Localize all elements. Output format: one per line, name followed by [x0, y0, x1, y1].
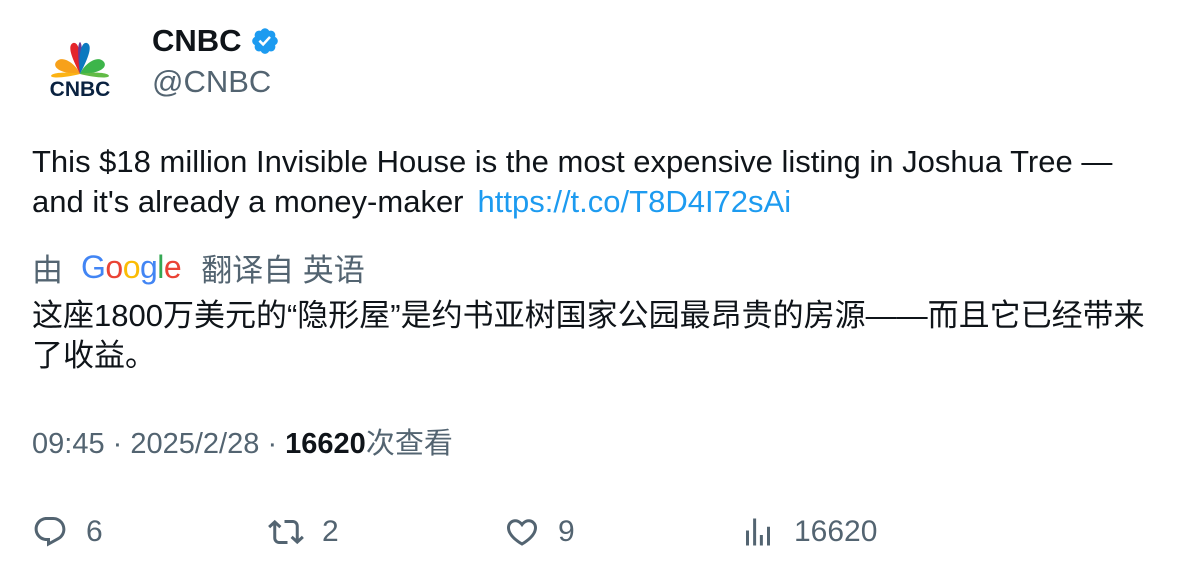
reply-button[interactable]: 6	[32, 510, 103, 554]
tweet-card: CNBC CNBC @CNBC This $18 million Invisib…	[0, 0, 1196, 578]
cnbc-peacock-logo-icon: CNBC	[50, 42, 111, 101]
verified-badge-icon	[250, 26, 280, 56]
views-action-count: 16620	[794, 515, 878, 548]
author-handle[interactable]: @CNBC	[152, 63, 271, 101]
google-logo-icon: Google	[81, 248, 182, 285]
translation-attribution: 由 Google 翻译自 英语	[32, 246, 365, 288]
tweet-meta: 09:45 · 2025/2/28 · 16620次查看	[32, 424, 453, 464]
display-name[interactable]: CNBC	[152, 22, 280, 60]
retweet-button[interactable]: 2	[268, 510, 339, 554]
translated-text: 这座1800万美元的“隐形屋”是约书亚树国家公园最昂贵的房源——而且它已经带来了…	[32, 298, 1145, 373]
analytics-bars-icon	[746, 518, 770, 546]
author-name[interactable]: CNBC	[152, 22, 242, 60]
translation-prefix: 由	[32, 252, 63, 288]
retweet-icon	[268, 519, 304, 545]
meta-separator: ·	[112, 428, 131, 460]
tweet-link[interactable]: https://t.co/T8D4I72sAi	[478, 184, 792, 219]
tweet-time[interactable]: 09:45	[32, 428, 105, 460]
views-button[interactable]: 16620	[740, 510, 877, 554]
like-button[interactable]: 9	[504, 510, 575, 554]
reply-icon	[34, 517, 66, 547]
views-label: 次查看	[365, 428, 453, 460]
meta-separator-2: ·	[267, 428, 286, 460]
like-count: 9	[558, 515, 575, 548]
logo-text: CNBC	[50, 78, 111, 101]
heart-icon	[506, 519, 538, 546]
tweet-date[interactable]: 2025/2/28	[130, 428, 259, 460]
reply-count: 6	[86, 515, 103, 548]
avatar[interactable]: CNBC	[32, 22, 128, 118]
retweet-count: 2	[322, 515, 339, 548]
tweet-text: This $18 million Invisible House is the …	[32, 142, 1162, 222]
action-bar: 6 2 9 16620	[0, 510, 1196, 554]
views-count: 16620	[285, 428, 366, 460]
translation-suffix[interactable]: 翻译自 英语	[201, 245, 365, 290]
